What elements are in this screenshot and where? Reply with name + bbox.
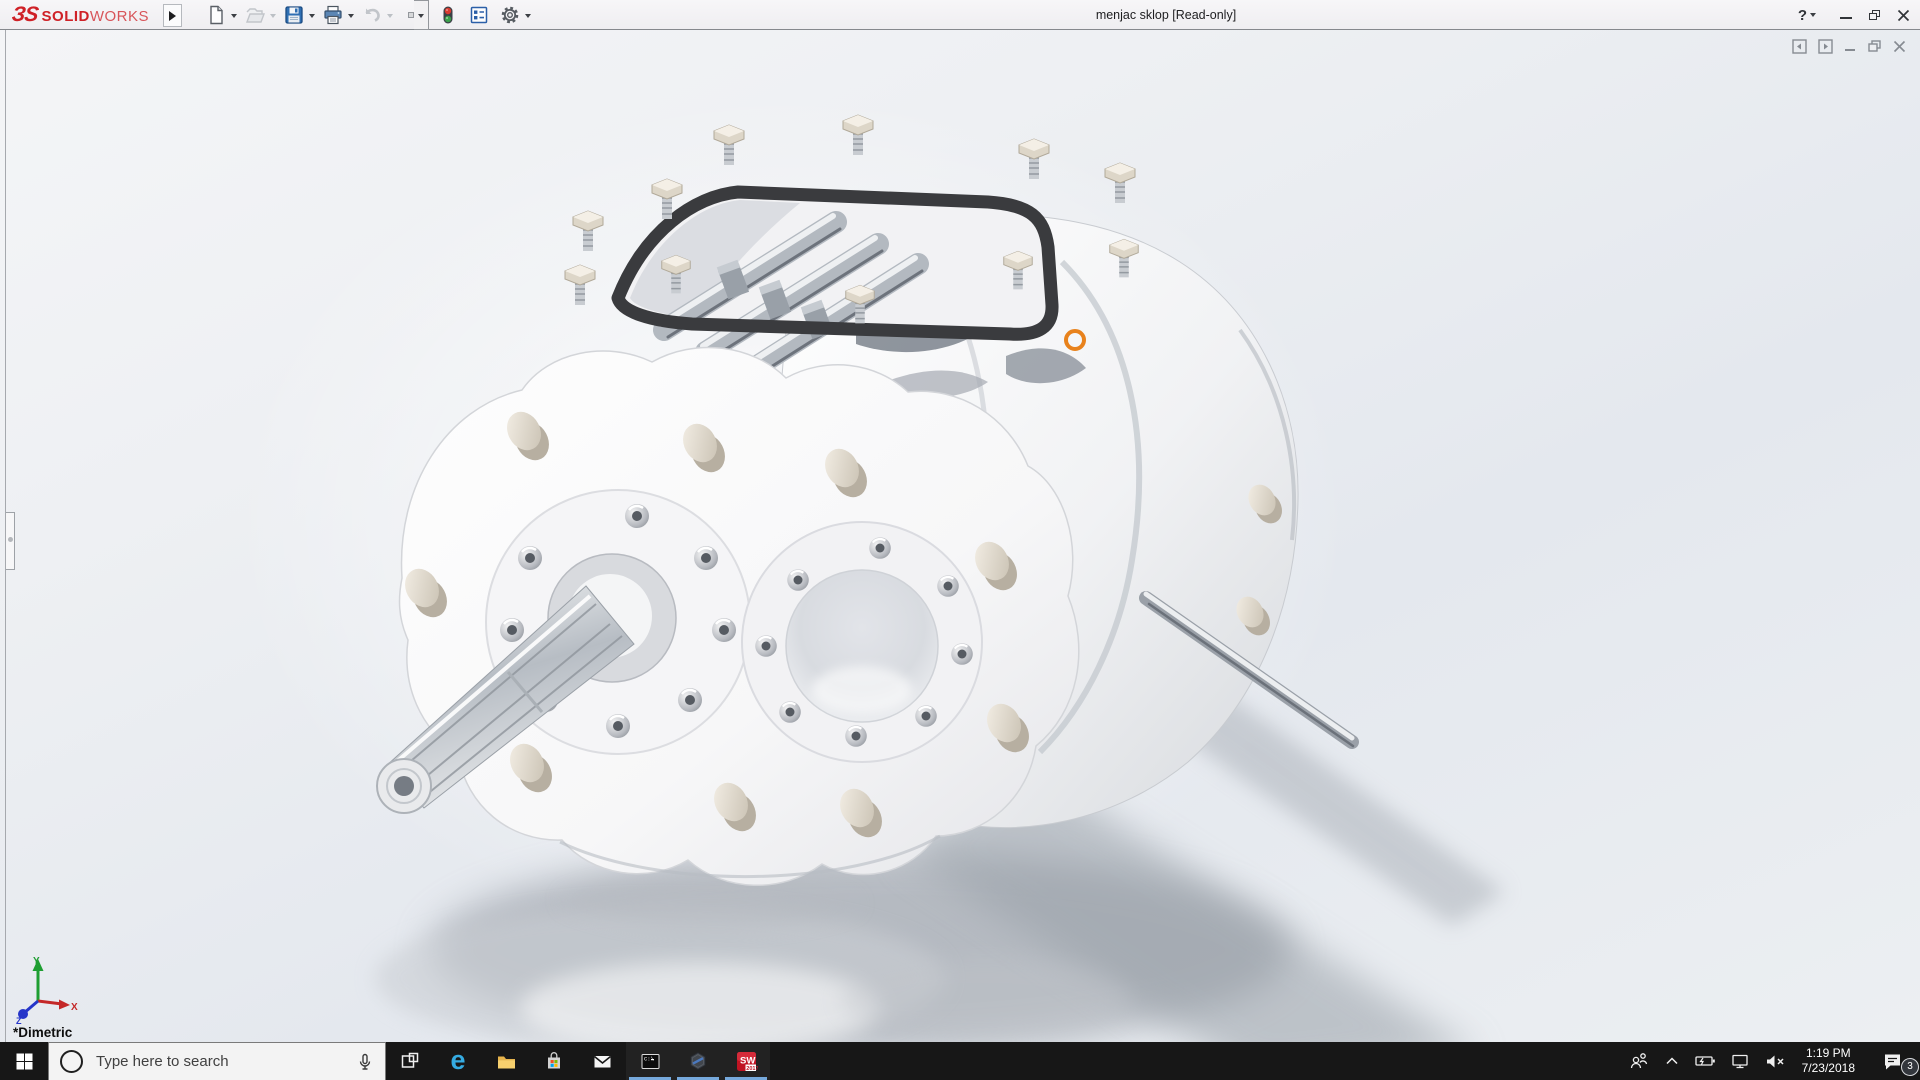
minimize-button[interactable] (1840, 17, 1852, 19)
print-caret[interactable] (348, 13, 354, 21)
selection-highlight-ring (1064, 329, 1086, 351)
new-document-button[interactable] (205, 4, 227, 26)
new-document-caret[interactable] (231, 13, 237, 21)
restore-button[interactable] (1869, 10, 1880, 20)
file-explorer-icon (497, 1056, 515, 1068)
print-button[interactable] (322, 4, 344, 26)
save-icon (285, 6, 303, 24)
task-view-icon (401, 1052, 419, 1068)
system-tray: 1:19 PM 7/23/2018 3 (1621, 1042, 1920, 1080)
clock-time: 1:19 PM (1805, 1046, 1851, 1060)
triad-y-label: Y (33, 956, 40, 967)
command-prompt-button[interactable]: C:\ (626, 1042, 674, 1080)
rebuild-traffic-light-icon (443, 6, 453, 24)
solidworks-window: ЗS SOLID WORKS menjac sklop [Read-only] … (0, 0, 1920, 1080)
solidworks-2017-icon: SW 2017 (736, 1051, 758, 1071)
solidworks-logo-glyph: ЗS (10, 3, 40, 26)
doc-restore-button[interactable] (1868, 40, 1882, 53)
notification-badge: 3 (1901, 1058, 1919, 1076)
network-button[interactable] (1723, 1042, 1757, 1080)
doc-minimize-button[interactable] (1844, 40, 1857, 53)
start-button[interactable] (0, 1042, 48, 1080)
edge-icon: e (450, 1044, 466, 1075)
document-title: menjac sklop [Read-only] (1095, 8, 1237, 22)
battery-charging-icon (1694, 1056, 1715, 1066)
open-caret (270, 13, 276, 21)
undo-icon (365, 8, 380, 22)
cover-plate (398, 346, 1080, 887)
speaker-muted-icon (1766, 1055, 1784, 1067)
flyout-arrow-icon (169, 10, 176, 21)
windows-logo-icon (16, 1053, 32, 1069)
hexagon-app-button[interactable] (674, 1042, 722, 1080)
triad-z-label: Z (16, 1016, 22, 1025)
edge-button[interactable]: e (434, 1042, 482, 1080)
pane-right-icon[interactable] (1818, 39, 1833, 54)
new-document-icon (210, 5, 223, 25)
microphone-icon[interactable] (356, 1053, 374, 1071)
cortana-icon (60, 1050, 83, 1073)
bolt-circle-right (741, 521, 983, 763)
feature-manager-collapsed-tab[interactable] (6, 512, 15, 570)
file-explorer-button[interactable] (482, 1042, 530, 1080)
save-caret[interactable] (309, 13, 315, 21)
people-icon (1630, 1053, 1647, 1069)
options-caret[interactable] (525, 13, 531, 21)
display-settings-button[interactable] (468, 4, 490, 26)
panel-tab-dot-icon (7, 537, 13, 542)
doc-close-button[interactable] (1893, 40, 1906, 53)
chevron-up-icon (1666, 1057, 1678, 1065)
close-button[interactable] (1897, 9, 1910, 22)
battery-button[interactable] (1687, 1042, 1723, 1080)
triad-x-label: X (71, 1002, 78, 1013)
solidworks-2017-button[interactable]: SW 2017 (722, 1042, 770, 1080)
action-center-icon (1884, 1054, 1900, 1069)
orientation-triad: Y X Z (16, 956, 78, 1025)
print-icon (324, 5, 342, 25)
help-button[interactable]: ? (1798, 7, 1823, 24)
clock-date: 7/23/2018 (1801, 1061, 1855, 1075)
save-button[interactable] (283, 4, 305, 26)
rebuild-button[interactable] (437, 4, 459, 26)
solidworks-logo-light: WORKS (89, 8, 150, 25)
titlebar: ЗS SOLID WORKS menjac sklop [Read-only] … (0, 0, 1920, 30)
store-icon (548, 1052, 560, 1069)
undo-button (361, 4, 383, 26)
options-button[interactable] (499, 4, 521, 26)
tray-overflow-button[interactable] (1657, 1042, 1687, 1080)
window-controls: ? (1798, 0, 1910, 30)
select-tool-caret[interactable] (414, 0, 429, 30)
graphics-viewport[interactable]: Y X Z *Dimetric (0, 30, 1920, 1042)
volume-button[interactable] (1757, 1042, 1793, 1080)
people-button[interactable] (1621, 1042, 1657, 1080)
view-orientation-label: *Dimetric (13, 1025, 73, 1040)
clock[interactable]: 1:19 PM 7/23/2018 (1793, 1042, 1864, 1080)
pane-left-icon[interactable] (1792, 39, 1807, 54)
store-button[interactable] (530, 1042, 578, 1080)
document-window-controls (1792, 39, 1906, 54)
open-button[interactable] (244, 4, 266, 26)
taskbar-search-box[interactable] (48, 1042, 386, 1080)
task-view-button[interactable] (386, 1042, 434, 1080)
mail-button[interactable] (578, 1042, 626, 1080)
search-input[interactable] (94, 1052, 345, 1071)
solidworks-logo-bold: SOLID (41, 8, 90, 25)
gearbox-model[interactable] (0, 30, 1920, 1042)
hexagon-app-icon (690, 1051, 706, 1071)
sw-year-label: 2017 (746, 1065, 758, 1071)
windows-taskbar: e (0, 1042, 1920, 1080)
gear-icon (501, 6, 519, 24)
mail-icon (593, 1055, 611, 1067)
command-prompt-icon: C:\ (641, 1053, 659, 1069)
menu-flyout-button[interactable] (163, 4, 182, 27)
solidworks-logo: ЗS SOLID WORKS (10, 3, 150, 27)
undo-caret (387, 13, 393, 21)
quick-access-toolbar (205, 0, 538, 30)
network-icon (1731, 1054, 1748, 1069)
help-caret[interactable] (1810, 12, 1816, 20)
action-center-button[interactable]: 3 (1864, 1042, 1920, 1080)
open-icon (245, 8, 266, 23)
help-icon: ? (1797, 6, 1807, 24)
display-settings-icon (470, 6, 488, 24)
